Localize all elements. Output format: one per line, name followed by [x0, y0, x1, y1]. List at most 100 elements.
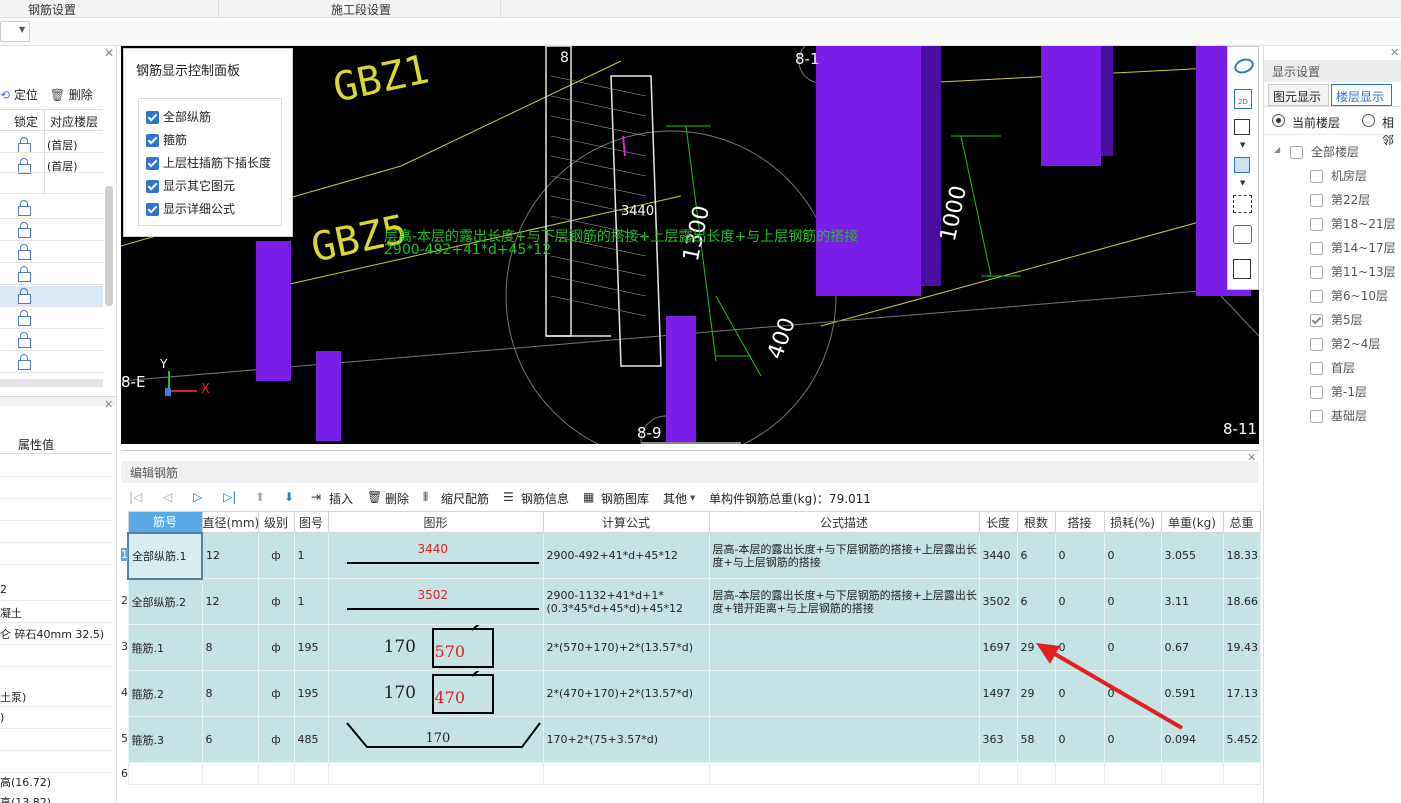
- tab-rebar-settings[interactable]: 钢筋设置: [28, 1, 76, 18]
- cell-lap[interactable]: 0: [1054, 532, 1105, 579]
- cell-grade[interactable]: ф: [257, 716, 295, 763]
- tab-element-display[interactable]: 图元显示: [1268, 84, 1329, 106]
- chevron-down-icon[interactable]: ▼: [690, 494, 695, 502]
- solid-view-icon[interactable]: [1234, 157, 1250, 173]
- move-up-icon[interactable]: ⬆: [255, 490, 265, 504]
- row-number[interactable]: 1: [121, 548, 128, 561]
- cell-description[interactable]: [708, 624, 980, 671]
- column-header[interactable]: 单重(kg): [1160, 511, 1224, 533]
- other-menu[interactable]: 其他: [663, 490, 687, 507]
- row-number[interactable]: 4: [121, 686, 128, 699]
- column-header[interactable]: 公式描述: [708, 511, 980, 533]
- cell-total-weight[interactable]: 5.452: [1222, 716, 1261, 763]
- cell-bar-name[interactable]: 箍筋.1: [127, 624, 203, 671]
- cell-figure-no[interactable]: 1: [293, 532, 329, 579]
- cell-formula[interactable]: 2900-492+41*d+45*12: [542, 532, 710, 579]
- first-record-icon[interactable]: |◁: [129, 490, 142, 504]
- cell-total-weight[interactable]: 19.43: [1222, 624, 1261, 671]
- 2d-view-icon[interactable]: 2D: [1234, 89, 1252, 109]
- cell-shape[interactable]: 170 470: [327, 670, 544, 717]
- checkbox-stirrup[interactable]: 箍筋: [146, 131, 187, 148]
- row-number[interactable]: 6: [121, 767, 128, 780]
- row-number[interactable]: 2: [121, 594, 128, 607]
- checkbox-detail-formula[interactable]: 显示详细公式: [146, 200, 235, 217]
- cell-count[interactable]: 6: [1016, 532, 1056, 579]
- cell-shape[interactable]: 3440: [327, 532, 544, 579]
- column-header[interactable]: 计算公式: [542, 511, 710, 533]
- trash-icon[interactable]: 🗑: [50, 88, 65, 102]
- dropdown[interactable]: ▼: [0, 21, 30, 42]
- cell-figure-no[interactable]: 195: [293, 670, 329, 717]
- locate-button[interactable]: 定位: [14, 88, 38, 102]
- table-row[interactable]: 全部纵筋.2 12 ф 1 3502 2900-1132+41*d+1*(0.3…: [127, 578, 1261, 625]
- floor-item[interactable]: 第2~4层: [1310, 335, 1380, 352]
- table-row[interactable]: 全部纵筋.1 12 ф 1 3440 2900-492+41*d+45*12 层…: [127, 531, 1261, 580]
- cell-grade[interactable]: ф: [257, 578, 295, 625]
- close-icon[interactable]: ✕: [104, 46, 114, 60]
- cell-figure-no[interactable]: 195: [293, 624, 329, 671]
- trash-icon[interactable]: 🗑: [367, 490, 382, 504]
- cube-view-icon[interactable]: [1234, 119, 1250, 135]
- cell-formula[interactable]: 170+2*(75+3.57*d): [542, 716, 710, 763]
- cell-loss[interactable]: 0: [1103, 532, 1162, 579]
- chevron-down-icon[interactable]: ▼: [1240, 179, 1245, 187]
- cell-formula[interactable]: 2*(470+170)+2*(13.57*d): [542, 670, 710, 717]
- cell-total-weight[interactable]: 18.33: [1222, 532, 1261, 579]
- cell-description[interactable]: 层高-本层的露出长度+与下层钢筋的搭接+上层露出长度+错开距离+与上层钢筋的搭接: [708, 578, 980, 625]
- cell-total-weight[interactable]: 17.13: [1222, 670, 1261, 717]
- cell-length[interactable]: 1497: [978, 670, 1018, 717]
- radio-adjacent-floor[interactable]: [1362, 114, 1375, 127]
- cell-diameter[interactable]: 8: [201, 624, 259, 671]
- chevron-down-icon[interactable]: ▼: [1240, 141, 1245, 149]
- floor-item[interactable]: 机房层: [1310, 167, 1367, 184]
- column-header[interactable]: 根数: [1016, 511, 1056, 533]
- lock-icon[interactable]: [18, 310, 31, 326]
- cell-formula[interactable]: 2900-1132+41*d+1*(0.3*45*d+45*d)+45*12: [542, 578, 710, 625]
- cell-shape[interactable]: 170: [327, 716, 544, 763]
- last-record-icon[interactable]: ▷|: [223, 490, 236, 504]
- cell-lap[interactable]: 0: [1054, 578, 1105, 625]
- h-scrollbar[interactable]: [0, 379, 103, 387]
- column-header[interactable]: 搭接: [1054, 511, 1105, 533]
- tab-construction-settings[interactable]: 施工段设置: [331, 1, 391, 18]
- row-number[interactable]: 5: [121, 732, 128, 745]
- floor-item[interactable]: 首层: [1310, 359, 1355, 376]
- scrollbar[interactable]: [105, 186, 113, 306]
- cell-count[interactable]: 6: [1016, 578, 1056, 625]
- cell-diameter[interactable]: 6: [201, 716, 259, 763]
- lock-icon[interactable]: [18, 244, 31, 260]
- cell-length[interactable]: 363: [978, 716, 1018, 763]
- checkbox-upper-dowel[interactable]: 上层柱插筋下插长度: [146, 154, 271, 171]
- cell-loss[interactable]: 0: [1103, 578, 1162, 625]
- tree-collapse-icon[interactable]: ◢: [1274, 145, 1280, 154]
- next-record-icon[interactable]: ▷: [193, 490, 202, 504]
- cell-grade[interactable]: ф: [257, 624, 295, 671]
- info-icon[interactable]: ☰: [503, 490, 514, 504]
- checkbox-all-longitudinal[interactable]: 全部纵筋: [146, 108, 211, 125]
- cell-formula[interactable]: 2*(570+170)+2*(13.57*d): [542, 624, 710, 671]
- close-icon[interactable]: ✕: [1390, 46, 1399, 59]
- column-header[interactable]: 总重: [1222, 511, 1261, 533]
- scale-rebar-button[interactable]: 缩尺配筋: [441, 490, 489, 507]
- tab-floor-display[interactable]: 楼层显示: [1331, 84, 1392, 106]
- cell-shape[interactable]: 170 570: [327, 624, 544, 671]
- scale-icon[interactable]: ⫴: [423, 490, 428, 505]
- cell-figure-no[interactable]: 485: [293, 716, 329, 763]
- delete-button[interactable]: 删除: [385, 490, 409, 507]
- floor-item[interactable]: 第22层: [1310, 191, 1370, 208]
- floor-item[interactable]: 第14~17层: [1310, 239, 1396, 256]
- floor-item[interactable]: 第18~21层: [1310, 215, 1396, 232]
- lock-icon[interactable]: [18, 200, 31, 216]
- floor-item[interactable]: 第-1层: [1310, 383, 1367, 400]
- prev-record-icon[interactable]: ◁: [163, 490, 172, 504]
- cell-description[interactable]: [708, 670, 980, 717]
- floor-item[interactable]: 基础层: [1310, 407, 1367, 424]
- cell-bar-name[interactable]: 箍筋.2: [127, 670, 203, 717]
- cell-shape[interactable]: 3502: [327, 578, 544, 625]
- cell-bar-name[interactable]: 全部纵筋.1: [127, 531, 203, 580]
- lock-icon[interactable]: [18, 288, 31, 304]
- cell-unit-weight[interactable]: 3.055: [1160, 532, 1224, 579]
- cell-length[interactable]: 1697: [978, 624, 1018, 671]
- close-icon[interactable]: ✕: [1247, 451, 1256, 464]
- column-header[interactable]: 长度: [978, 511, 1018, 533]
